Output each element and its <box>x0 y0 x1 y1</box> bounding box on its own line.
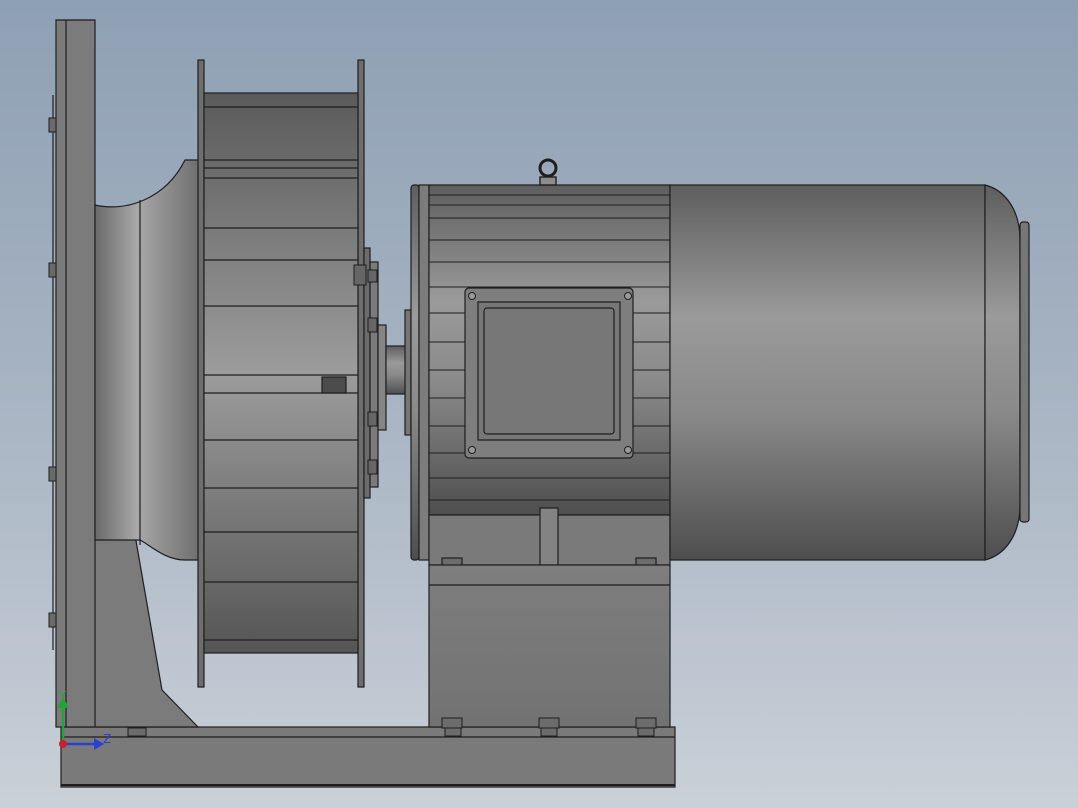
base-frame[interactable] <box>60 726 676 788</box>
cad-graphics-viewport[interactable]: Y Z <box>0 0 1078 808</box>
triad-origin <box>59 740 67 748</box>
motor-pedestal[interactable] <box>428 564 671 728</box>
motor-housing[interactable] <box>669 184 1030 561</box>
y-axis-label: Y <box>58 689 67 703</box>
lifting-eye-bolt <box>538 158 558 186</box>
fan-impeller[interactable] <box>197 59 365 688</box>
cad-model-drawing[interactable]: Y Z <box>0 0 1078 808</box>
motor-foot[interactable] <box>428 507 671 567</box>
motor-front-flange[interactable] <box>404 184 430 561</box>
inlet-cone[interactable] <box>94 159 201 561</box>
motor-terminal-box[interactable] <box>464 287 634 459</box>
z-axis-label: Z <box>103 732 111 746</box>
